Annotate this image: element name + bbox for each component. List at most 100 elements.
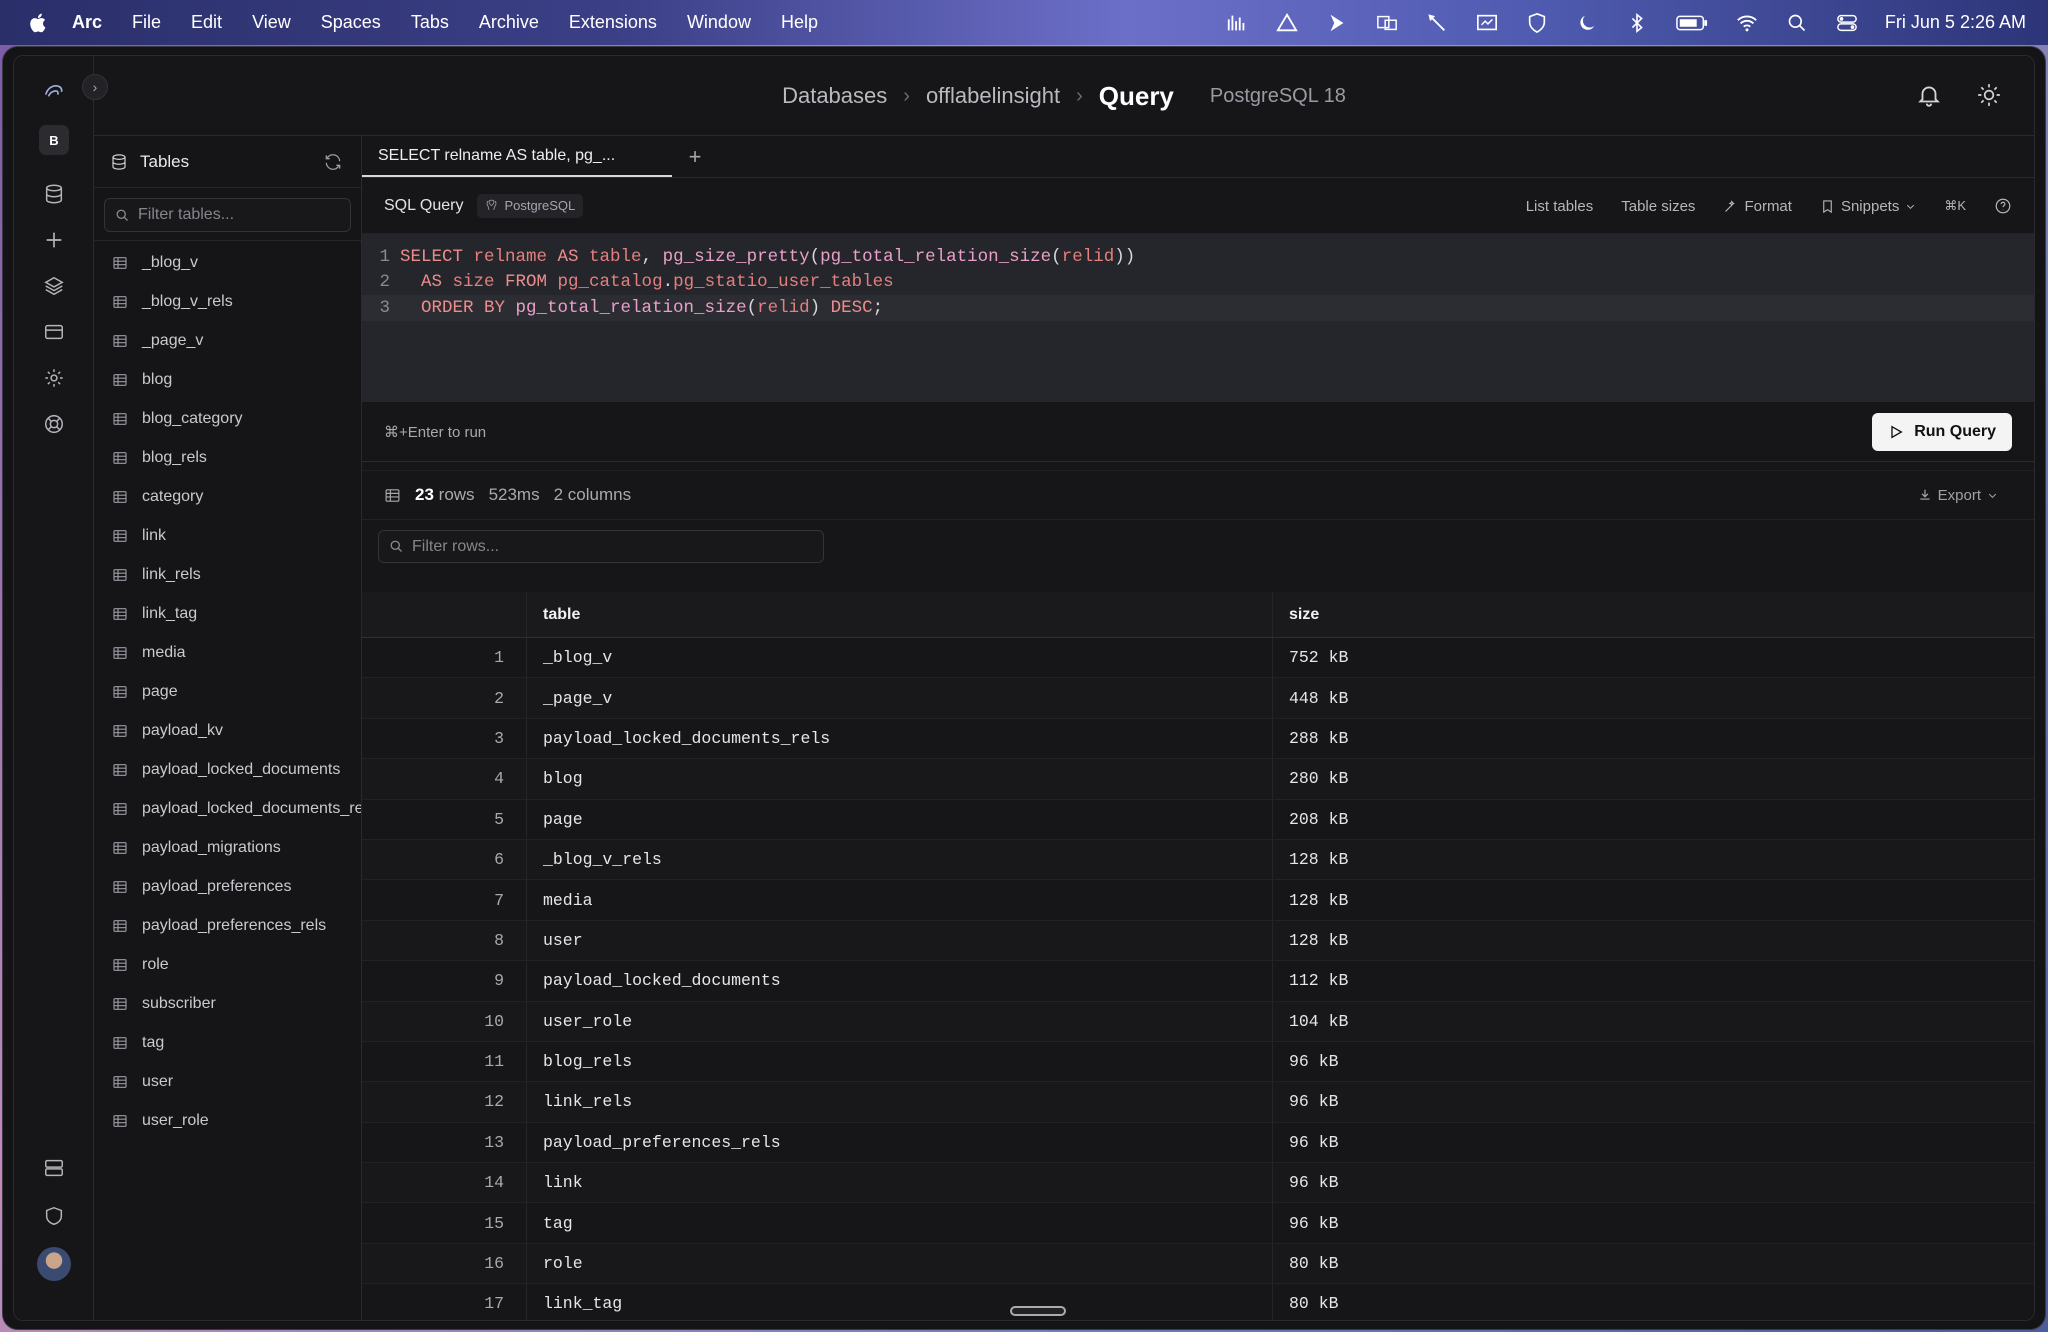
menu-archive[interactable]: Archive: [479, 12, 539, 33]
sql-editor[interactable]: 1 SELECT relname AS table, pg_size_pretty…: [362, 234, 2034, 402]
cell-table-name[interactable]: _page_v: [526, 678, 1272, 718]
sidebar-table-item[interactable]: page: [94, 672, 361, 711]
cell-size[interactable]: 80 kB: [1272, 1284, 2034, 1320]
expand-sidebar-chevron-icon[interactable]: ›: [82, 74, 108, 100]
cell-size[interactable]: 128 kB: [1272, 880, 2034, 920]
apple-icon[interactable]: [28, 12, 50, 34]
sidebar-table-item[interactable]: subscriber: [94, 984, 361, 1023]
table-row[interactable]: 7 media 128 kB: [362, 880, 2034, 921]
help-lifebuoy-icon[interactable]: [32, 402, 76, 446]
table-row[interactable]: 12 link_rels 96 kB: [362, 1082, 2034, 1123]
cell-size[interactable]: 288 kB: [1272, 718, 2034, 759]
panel-resize-handle[interactable]: [1010, 1306, 1066, 1316]
table-row[interactable]: 8 user 128 kB: [362, 920, 2034, 962]
table-row[interactable]: 5 page 208 kB: [362, 799, 2034, 840]
cell-table-name[interactable]: tag: [526, 1203, 1272, 1243]
filter-rows-input[interactable]: [412, 537, 792, 556]
table-row[interactable]: 4 blog 280 kB: [362, 759, 2034, 800]
battery-icon[interactable]: [1675, 11, 1709, 35]
list-tables-button[interactable]: List tables: [1526, 198, 1594, 215]
menu-file[interactable]: File: [132, 12, 161, 33]
table-row[interactable]: 6 _blog_v_rels 128 kB: [362, 839, 2034, 881]
cell-size[interactable]: 280 kB: [1272, 759, 2034, 799]
sidebar-table-item[interactable]: tag: [94, 1023, 361, 1062]
sidebar-table-item[interactable]: payload_migrations: [94, 828, 361, 867]
wifi-icon[interactable]: [1735, 11, 1759, 35]
dialect-badge[interactable]: PostgreSQL: [477, 193, 584, 218]
command-palette-shortcut[interactable]: ⌘K: [1944, 198, 1966, 214]
cell-table-name[interactable]: role: [526, 1243, 1272, 1284]
cell-size[interactable]: 104 kB: [1272, 1001, 2034, 1041]
menu-view[interactable]: View: [252, 12, 291, 33]
menu-app-arc[interactable]: Arc: [72, 12, 102, 33]
table-row[interactable]: 13 payload_preferences_rels 96 kB: [362, 1122, 2034, 1164]
cell-table-name[interactable]: user: [526, 920, 1272, 961]
activity-monitor-icon[interactable]: [1225, 11, 1249, 35]
table-row[interactable]: 2 _page_v 448 kB: [362, 678, 2034, 719]
breadcrumb-database-name[interactable]: offlabelinsight: [926, 83, 1060, 109]
triangle-icon[interactable]: [1275, 11, 1299, 35]
cell-size[interactable]: 448 kB: [1272, 678, 2034, 718]
menu-help[interactable]: Help: [781, 12, 818, 33]
cell-size[interactable]: 96 kB: [1272, 1203, 2034, 1243]
pen-icon[interactable]: [1425, 11, 1449, 35]
cell-size[interactable]: 96 kB: [1272, 1041, 2034, 1082]
filter-tables-input[interactable]: [138, 206, 338, 224]
menu-extensions[interactable]: Extensions: [569, 12, 657, 33]
control-center-icon[interactable]: [1835, 11, 1859, 35]
cell-table-name[interactable]: blog_rels: [526, 1041, 1272, 1082]
arrow-right-icon[interactable]: [1325, 11, 1349, 35]
sidebar-table-item[interactable]: link: [94, 516, 361, 555]
server-icon[interactable]: [32, 1146, 76, 1190]
cell-size[interactable]: 128 kB: [1272, 920, 2034, 961]
cell-size[interactable]: 80 kB: [1272, 1243, 2034, 1284]
sidebar-table-item[interactable]: payload_preferences_rels: [94, 906, 361, 945]
menubar-clock[interactable]: Fri Jun 5 2:26 AM: [1885, 12, 2026, 33]
sidebar-table-item[interactable]: payload_kv: [94, 711, 361, 750]
translate-icon[interactable]: [1375, 11, 1399, 35]
menu-spaces[interactable]: Spaces: [321, 12, 381, 33]
sidebar-table-item[interactable]: _blog_v_rels: [94, 282, 361, 321]
table-row[interactable]: 17 link_tag 80 kB: [362, 1284, 2034, 1320]
sidebar-table-item[interactable]: media: [94, 633, 361, 672]
cell-table-name[interactable]: blog: [526, 759, 1272, 799]
spotlight-search-icon[interactable]: [1785, 11, 1809, 35]
cell-size[interactable]: 128 kB: [1272, 839, 2034, 880]
panel-icon[interactable]: [32, 310, 76, 354]
sidebar-table-item[interactable]: link_rels: [94, 555, 361, 594]
bluetooth-icon[interactable]: [1625, 11, 1649, 35]
moon-icon[interactable]: [1575, 11, 1599, 35]
cell-size[interactable]: 96 kB: [1272, 1163, 2034, 1203]
cell-table-name[interactable]: link_rels: [526, 1082, 1272, 1122]
user-avatar[interactable]: [32, 1242, 76, 1286]
workspace-switcher[interactable]: B: [32, 118, 76, 162]
cell-table-name[interactable]: payload_locked_documents: [526, 961, 1272, 1001]
database-icon[interactable]: [32, 172, 76, 216]
snippets-dropdown[interactable]: Snippets: [1820, 198, 1916, 215]
sidebar-table-item[interactable]: _page_v: [94, 321, 361, 360]
sidebar-table-item[interactable]: user_role: [94, 1101, 361, 1140]
new-tab-plus-icon[interactable]: +: [672, 136, 718, 177]
cell-table-name[interactable]: link_tag: [526, 1284, 1272, 1320]
menu-edit[interactable]: Edit: [191, 12, 222, 33]
sidebar-table-item[interactable]: blog_rels: [94, 438, 361, 477]
format-button[interactable]: Format: [1723, 198, 1792, 215]
sidebar-table-item[interactable]: payload_locked_documents: [94, 750, 361, 789]
sidebar-table-item[interactable]: role: [94, 945, 361, 984]
column-header-table[interactable]: table: [526, 592, 1272, 637]
cell-size[interactable]: 752 kB: [1272, 638, 2034, 678]
table-row[interactable]: 11 blog_rels 96 kB: [362, 1041, 2034, 1083]
table-row[interactable]: 3 payload_locked_documents_rels 288 kB: [362, 718, 2034, 760]
add-icon[interactable]: [32, 218, 76, 262]
settings-gear-icon[interactable]: [32, 356, 76, 400]
sidebar-table-item[interactable]: payload_preferences: [94, 867, 361, 906]
sidebar-table-item[interactable]: link_tag: [94, 594, 361, 633]
theme-toggle-sun-icon[interactable]: [1976, 82, 2002, 108]
menu-tabs[interactable]: Tabs: [411, 12, 449, 33]
notifications-bell-icon[interactable]: [1916, 82, 1942, 108]
layers-icon[interactable]: [32, 264, 76, 308]
column-header-size[interactable]: size: [1272, 592, 2034, 637]
sidebar-table-item[interactable]: _blog_v: [94, 243, 361, 282]
cell-size[interactable]: 208 kB: [1272, 799, 2034, 839]
cell-table-name[interactable]: payload_preferences_rels: [526, 1122, 1272, 1163]
